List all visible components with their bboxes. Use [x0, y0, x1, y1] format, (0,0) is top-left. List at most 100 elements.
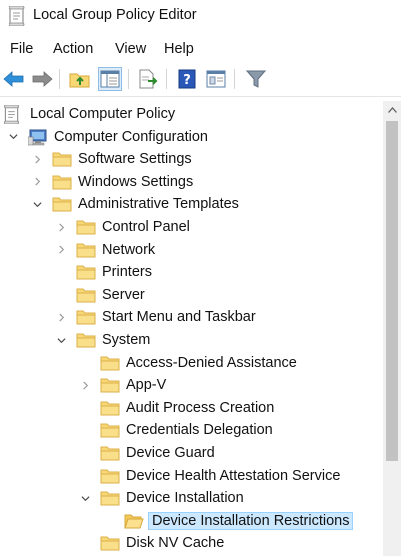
- folder-icon: [100, 444, 120, 462]
- properties-button[interactable]: [204, 67, 228, 91]
- policy-icon: [4, 104, 24, 125]
- tree-node-label: Disk NV Cache: [126, 535, 225, 552]
- tree-node[interactable]: Device Guard: [0, 443, 383, 465]
- chevron-right-icon[interactable]: [55, 244, 67, 256]
- chevron-down-icon[interactable]: [31, 198, 43, 210]
- tree-node[interactable]: Device Health Attestation Service: [0, 466, 383, 488]
- up-folder-icon: [69, 73, 90, 88]
- tree-node[interactable]: Network: [0, 240, 383, 262]
- tree-node[interactable]: Windows Settings: [0, 172, 383, 194]
- up-folder-button[interactable]: [68, 67, 92, 91]
- menu-file[interactable]: File: [10, 41, 33, 57]
- chevron-up-icon: [387, 107, 397, 113]
- filter-button[interactable]: [244, 67, 268, 91]
- menu-view[interactable]: View: [115, 41, 146, 57]
- tree-node-label: Computer Configuration: [54, 128, 208, 145]
- help-icon: ?: [178, 69, 196, 89]
- chevron-down-icon[interactable]: [79, 492, 91, 504]
- chevron-down-icon[interactable]: [7, 131, 19, 143]
- tree-node-label: Audit Process Creation: [126, 399, 275, 416]
- tree-node[interactable]: Credentials Delegation: [0, 420, 383, 442]
- properties-icon: [206, 70, 226, 88]
- tree-node[interactable]: Device Installation: [0, 488, 383, 510]
- tree-node[interactable]: App-V: [0, 375, 383, 397]
- folder-icon: [52, 195, 72, 213]
- scrollbar-thumb[interactable]: [386, 121, 398, 461]
- tree-node[interactable]: Administrative Templates: [0, 194, 383, 216]
- tree-node-label: Administrative Templates: [78, 196, 239, 213]
- help-button[interactable]: ?: [175, 67, 199, 91]
- toolbar: ?: [0, 63, 401, 97]
- folder-icon: [100, 399, 120, 417]
- toolbar-separator: [234, 69, 235, 89]
- window-title: Local Group Policy Editor: [33, 7, 197, 23]
- tree-node-label: Software Settings: [78, 151, 192, 168]
- title-bar: Local Group Policy Editor: [0, 0, 401, 34]
- tree-node[interactable]: Server: [0, 285, 383, 307]
- tree-node-label: Control Panel: [102, 219, 190, 235]
- tree-node-label: Server: [102, 286, 145, 303]
- folder-icon: [100, 534, 120, 552]
- tree-node-label: Credentials Delegation: [126, 422, 273, 439]
- export-list-button[interactable]: [136, 67, 160, 91]
- folder-icon: [100, 354, 120, 372]
- back-button[interactable]: [2, 67, 26, 91]
- tree-node[interactable]: Software Settings: [0, 149, 383, 171]
- forward-button[interactable]: [30, 67, 54, 91]
- tree-node[interactable]: Access-Denied Assistance: [0, 353, 383, 375]
- filter-icon: [246, 70, 266, 88]
- tree-node-label: Device Installation Restrictions: [148, 511, 354, 530]
- folder-icon: [76, 308, 96, 326]
- toolbar-separator: [166, 69, 167, 89]
- tree-node[interactable]: Start Menu and Taskbar: [0, 307, 383, 329]
- folder-icon: [76, 241, 96, 259]
- tree-node-label: Start Menu and Taskbar: [102, 309, 256, 326]
- chevron-right-icon[interactable]: [31, 153, 43, 165]
- vertical-scrollbar[interactable]: [383, 101, 401, 556]
- folder-icon: [76, 218, 96, 236]
- show-hide-tree-icon: [100, 70, 120, 88]
- show-hide-tree-button[interactable]: [98, 67, 122, 91]
- tree-node[interactable]: Control Panel: [0, 217, 383, 239]
- back-icon: [3, 71, 24, 87]
- tree-node-label: Printers: [102, 264, 152, 281]
- toolbar-separator: [59, 69, 60, 89]
- tree-node-label: Windows Settings: [78, 173, 194, 190]
- tree-node-label: App-V: [126, 377, 167, 394]
- menu-help[interactable]: Help: [164, 41, 194, 57]
- tree-node-label: Network: [102, 241, 156, 258]
- tree-node-label: Device Health Attestation Service: [126, 467, 341, 484]
- folder-icon: [100, 489, 120, 507]
- chevron-right-icon[interactable]: [55, 221, 67, 233]
- forward-icon: [32, 71, 53, 87]
- tree-node[interactable]: Device Installation Restrictions: [0, 511, 383, 533]
- tree-node[interactable]: Computer Configuration: [0, 127, 383, 149]
- folder-icon: [52, 173, 72, 191]
- folder-icon: [76, 286, 96, 304]
- folder-icon: [76, 331, 96, 349]
- toolbar-separator: [128, 69, 129, 89]
- tree-node[interactable]: Audit Process Creation: [0, 398, 383, 420]
- folder-icon: [76, 263, 96, 281]
- chevron-right-icon[interactable]: [55, 311, 67, 323]
- folder-open-icon: [124, 512, 144, 530]
- tree-node-label: Device Installation: [126, 490, 244, 507]
- chevron-right-icon[interactable]: [31, 176, 43, 188]
- tree-node[interactable]: Disk NV Cache: [0, 533, 383, 555]
- policy-tree[interactable]: Local Computer Policy Computer Configurat…: [0, 101, 383, 556]
- folder-icon: [100, 421, 120, 439]
- tree-node-label: Device Guard: [126, 445, 215, 461]
- tree-node[interactable]: System: [0, 330, 383, 352]
- chevron-down-icon[interactable]: [55, 334, 67, 346]
- scroll-up-button[interactable]: [383, 101, 401, 119]
- tree-node[interactable]: Local Computer Policy: [0, 104, 383, 126]
- tree-node-label: Access-Denied Assistance: [126, 354, 297, 371]
- svg-text:?: ?: [183, 73, 191, 88]
- tree-node-label: Local Computer Policy: [30, 106, 176, 122]
- export-list-icon: [139, 69, 158, 89]
- tree-node[interactable]: Printers: [0, 262, 383, 284]
- computer-icon: [27, 128, 48, 146]
- menu-action[interactable]: Action: [53, 41, 93, 57]
- chevron-right-icon[interactable]: [79, 379, 91, 391]
- folder-icon: [52, 150, 72, 168]
